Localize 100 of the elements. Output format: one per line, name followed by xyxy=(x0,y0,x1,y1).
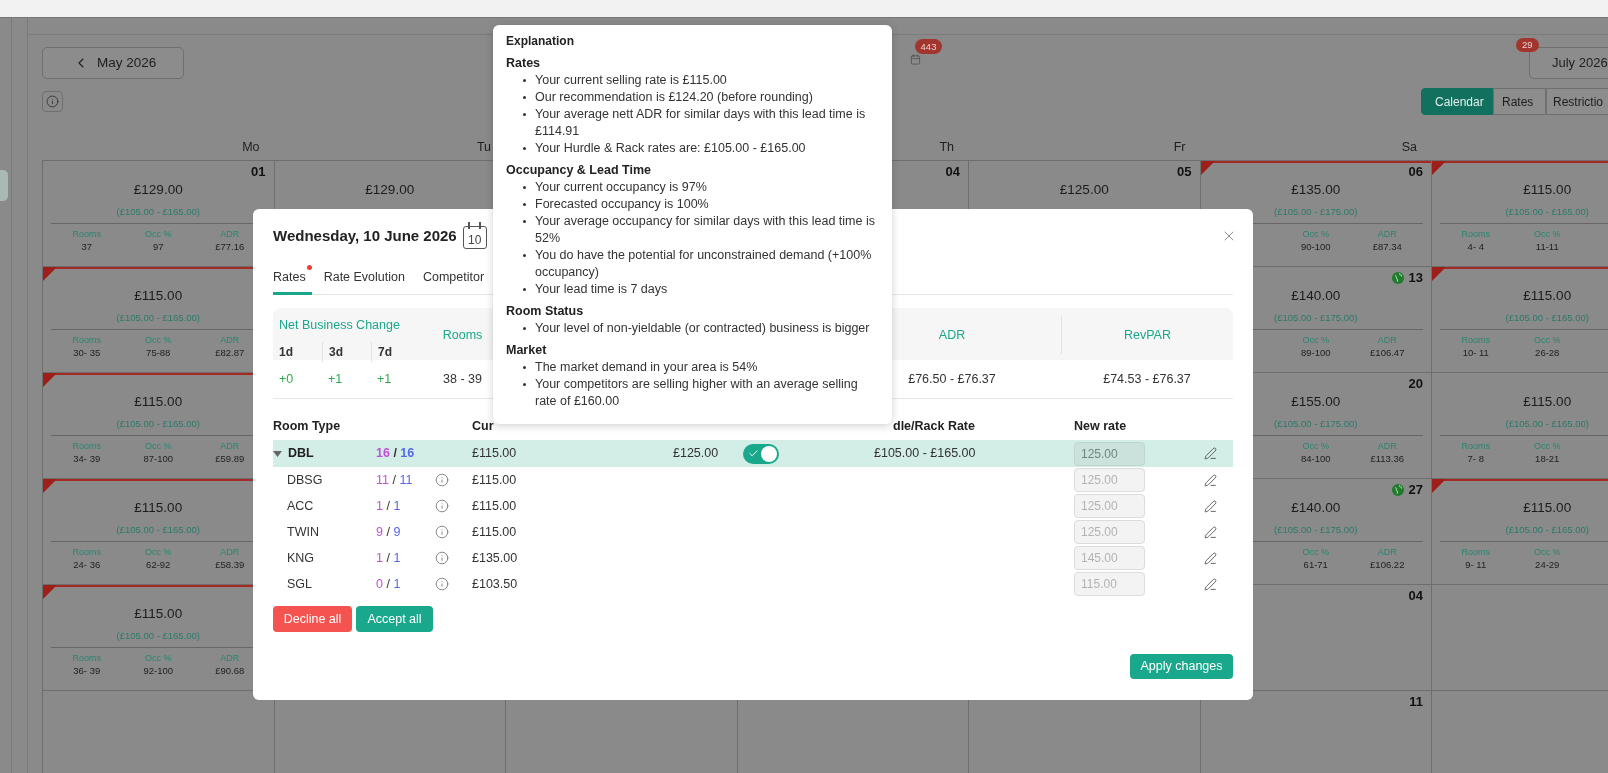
accept-all-button[interactable]: Accept all xyxy=(356,606,433,632)
info-icon[interactable] xyxy=(435,473,449,487)
room-type: ACC xyxy=(286,497,314,515)
view-tab[interactable]: Restrictio xyxy=(1546,88,1608,115)
stat-value: 10- 11 xyxy=(1462,346,1489,360)
rate-price: £115.00 xyxy=(134,499,183,517)
dialog-tab[interactable]: Rates xyxy=(273,262,312,295)
section-heading: Occupancy & Lead Time xyxy=(506,162,652,179)
explanation-text: The market demand in your area is 54% xyxy=(535,359,758,376)
period-label: 7d xyxy=(378,343,392,361)
explanation-text: Your competitors are selling higher with an average selling rate of £160.00 xyxy=(535,376,859,410)
info-button[interactable] xyxy=(42,91,63,112)
weekday-label: Fr xyxy=(1173,138,1186,156)
edit-icon[interactable] xyxy=(1203,446,1217,461)
stat-label: Occ % xyxy=(145,652,172,664)
flag-corner-icon xyxy=(43,373,57,387)
stat-label: Rooms xyxy=(1461,546,1490,558)
edit-icon[interactable] xyxy=(1203,551,1217,565)
stat-value: 7- 8 xyxy=(1467,452,1484,466)
stat-label: Rooms xyxy=(1461,440,1490,452)
previous-month-button[interactable]: May 2026 xyxy=(42,47,184,79)
explanation-text: Your lead time is 7 days xyxy=(535,281,668,298)
stat-label: Occ % xyxy=(145,546,172,558)
stat-value: 4- 4 xyxy=(1467,240,1484,254)
calendar-cell[interactable]: £115.00 (£105.00 - £165.00) Rooms 7- 8 Occ % 18-21 xyxy=(1432,373,1608,479)
period-label: 1d xyxy=(279,343,293,361)
stat-label: ADR xyxy=(1377,440,1397,452)
date-number: 04 xyxy=(1408,587,1423,606)
info-icon[interactable] xyxy=(435,577,449,591)
apply-changes-button[interactable]: Apply changes xyxy=(1130,654,1233,679)
next-month-button[interactable]: July 2026 xyxy=(1529,47,1608,79)
stat-value: 26-28 xyxy=(1535,346,1560,360)
stat-value: 75-88 xyxy=(146,346,171,360)
stat-label: Occ % xyxy=(1302,228,1329,240)
stat-label: Occ % xyxy=(145,334,172,346)
availability-count: 1 / 1 xyxy=(376,497,402,515)
info-icon[interactable] xyxy=(435,499,449,513)
rate-range: (£105.00 - £165.00) xyxy=(116,629,200,643)
stat-label: Occ % xyxy=(1534,440,1561,452)
explanation-text: Your Hurdle & Rack rates are: £105.00 - £165.00 xyxy=(535,140,806,157)
metric-label: Rooms xyxy=(442,326,483,344)
hurdle-rack-rate: £105.00 - £165.00 xyxy=(874,446,976,461)
stat-label: ADR xyxy=(220,334,240,346)
info-icon[interactable] xyxy=(435,525,449,539)
stat-value: £58.39 xyxy=(215,558,245,572)
count-badge: 443 xyxy=(914,39,943,54)
edit-icon[interactable] xyxy=(1203,525,1217,539)
rate-range: (£105.00 - £165.00) xyxy=(116,523,200,537)
stat-value: 61-71 xyxy=(1303,558,1328,572)
stat-label: Occ % xyxy=(1534,334,1561,346)
stat-label: Occ % xyxy=(1534,228,1561,240)
dialog-tab[interactable]: Rate Evolution xyxy=(323,262,411,295)
rate-price: £115.00 xyxy=(1523,499,1572,517)
decline-all-button[interactable]: Decline all xyxy=(273,606,352,632)
calendar-cell[interactable]: £115.00 (£105.00 - £165.00) Rooms 4- 4 Occ % 11-11 xyxy=(1432,161,1608,267)
summary-title: Net Business Change xyxy=(278,317,401,334)
availability-count: 16 / 16 xyxy=(376,445,416,463)
column-header: Cur xyxy=(472,418,495,436)
stat-label: Occ % xyxy=(1302,334,1329,346)
recommended-rate: £125.00 xyxy=(673,446,719,461)
view-tab[interactable]: Rates xyxy=(1493,88,1546,115)
stat-value: £59.89 xyxy=(215,452,245,466)
flag-corner-icon xyxy=(43,267,57,281)
column-header: dle/Rack Rate xyxy=(892,418,976,436)
current-rate: £115.00 xyxy=(472,497,518,515)
calendar-icon[interactable] xyxy=(910,54,921,65)
stat-value: 37 xyxy=(81,240,93,254)
edit-icon[interactable] xyxy=(1203,499,1217,513)
stat-value: 34- 39 xyxy=(73,452,101,466)
weekday-label: Mo xyxy=(242,138,260,156)
stat-value: £87.34 xyxy=(1372,240,1402,254)
flag-corner-icon xyxy=(1200,161,1215,175)
explanation-text: Your current occupancy is 97% xyxy=(535,179,707,196)
view-tab[interactable]: Calendar xyxy=(1421,88,1493,115)
stat-value: 24-29 xyxy=(1535,558,1560,572)
room-type: TWIN xyxy=(286,523,319,541)
edit-icon[interactable] xyxy=(1203,577,1217,591)
stat-label: Occ % xyxy=(1534,546,1561,558)
rate-price: £129.00 xyxy=(133,181,183,199)
calendar-cell[interactable]: £115.00 (£105.00 - £165.00) Rooms 9- 11 Occ % 24-29 xyxy=(1432,479,1608,585)
rate-price: £115.00 xyxy=(1523,181,1572,199)
rate-range: (£105.00 - £165.00) xyxy=(116,417,200,431)
explanation-text: Forecasted occupancy is 100% xyxy=(535,196,709,213)
stat-value: 97 xyxy=(152,240,164,254)
explanation-text: Your average occupancy for similar days with this lead time is 52% xyxy=(535,213,876,247)
rate-range: (£105.00 - £165.00) xyxy=(1505,205,1589,219)
date-number: 05 xyxy=(1177,163,1192,182)
calendar-cell[interactable]: £115.00 (£105.00 - £165.00) Rooms 10- 11 Occ % 26-28 xyxy=(1432,267,1608,373)
rate-price: £115.00 xyxy=(134,393,183,411)
rate-price: £115.00 xyxy=(1523,393,1572,411)
stat-value: 89-100 xyxy=(1300,346,1331,360)
info-icon[interactable] xyxy=(435,551,449,565)
weekday-label: Th xyxy=(939,138,954,156)
dialog-tab[interactable]: Competitor xyxy=(422,262,491,295)
sidebar-handle[interactable] xyxy=(0,170,8,201)
rate-price: £115.00 xyxy=(134,287,183,305)
room-type: KNG xyxy=(286,549,315,567)
edit-icon[interactable] xyxy=(1203,473,1217,487)
rate-price: £115.00 xyxy=(134,605,183,623)
date-number: 13 xyxy=(1408,269,1423,288)
